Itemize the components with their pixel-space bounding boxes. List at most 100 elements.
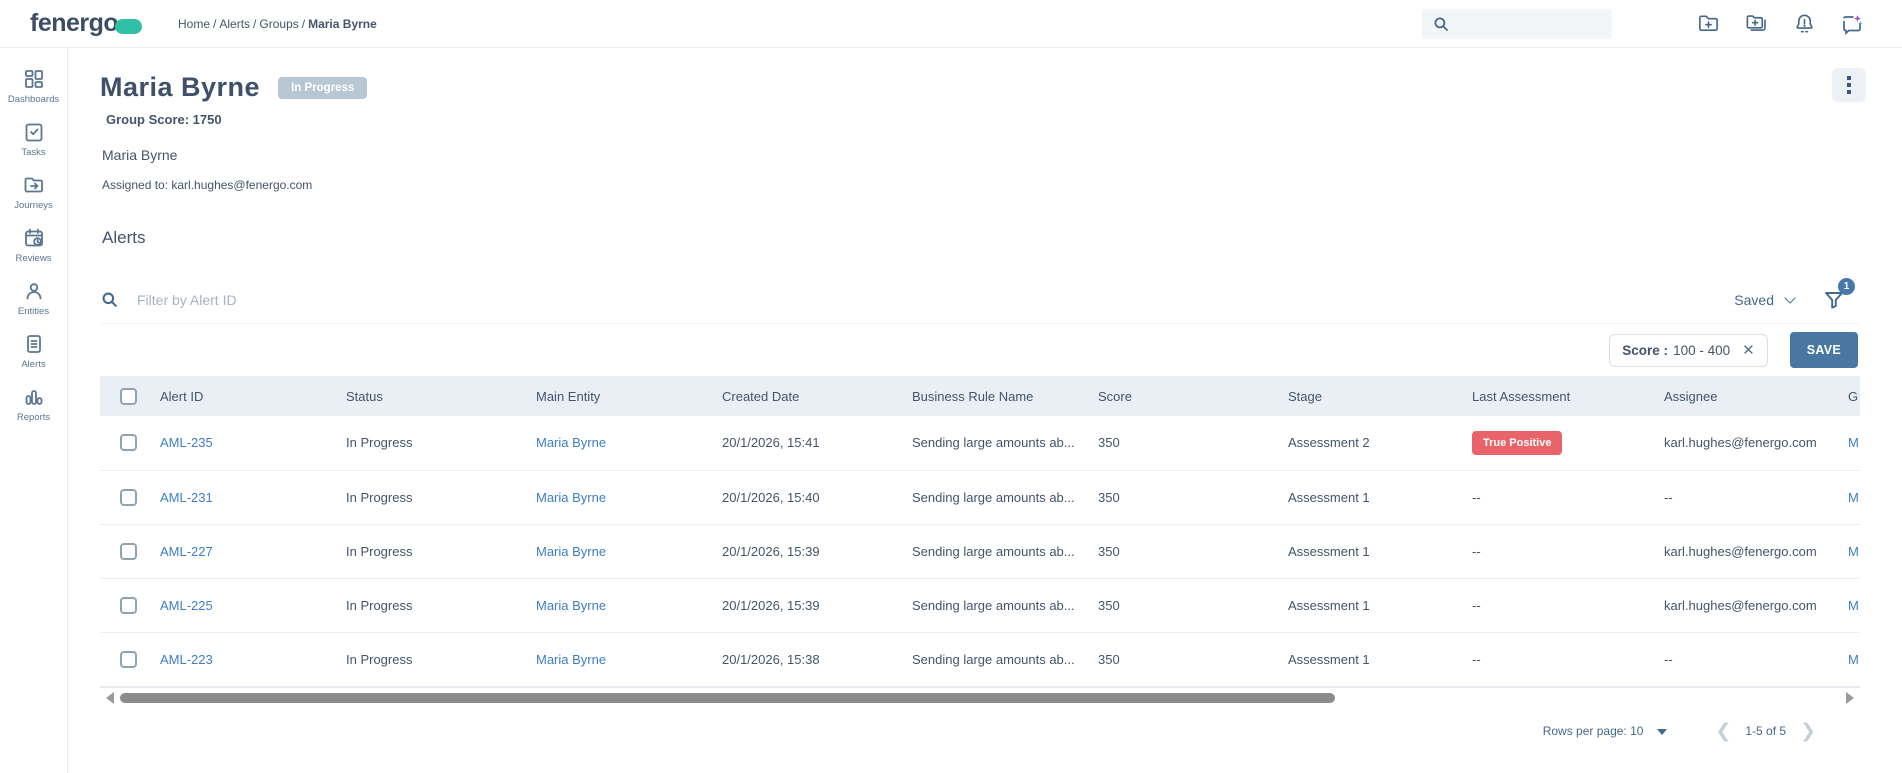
alerts-section-heading: Alerts: [102, 228, 1902, 248]
main-entity-link[interactable]: Maria Byrne: [536, 490, 606, 505]
horizontal-scrollbar[interactable]: [100, 688, 1860, 710]
breadcrumb: Home/Alerts/Groups/Maria Byrne: [178, 17, 377, 31]
sidebar-item-journeys[interactable]: Journeys: [0, 166, 67, 219]
alert-id-link[interactable]: AML-225: [160, 598, 213, 613]
saved-filters-dropdown[interactable]: Saved: [1734, 292, 1794, 308]
dashboards-icon: [22, 67, 46, 91]
main-entity-link[interactable]: Maria Byrne: [536, 652, 606, 667]
alert-id-link[interactable]: AML-227: [160, 544, 213, 559]
col-created-date[interactable]: Created Date: [710, 376, 900, 416]
filter-search-icon: [100, 290, 119, 309]
col-alert-id[interactable]: Alert ID: [148, 376, 334, 416]
breadcrumb-home[interactable]: Home: [178, 17, 210, 31]
breadcrumb-current: Maria Byrne: [308, 17, 377, 31]
kebab-dot: [1847, 83, 1851, 87]
rows-per-page-value: 10: [1630, 724, 1643, 738]
assigned-to: Assigned to: karl.hughes@fenergo.com: [102, 178, 1902, 192]
group-link[interactable]: M: [1848, 652, 1859, 667]
sidebar-item-reports[interactable]: Reports: [0, 378, 67, 431]
row-checkbox[interactable]: [120, 489, 137, 506]
logo-text: fenergo: [30, 9, 118, 38]
alert-id-link[interactable]: AML-223: [160, 652, 213, 667]
pagination: Rows per page: 10 ❮ 1-5 of 5 ❯: [100, 724, 1830, 739]
rows-per-page-dropdown-icon[interactable]: [1657, 729, 1667, 735]
alerts-icon: [22, 332, 46, 356]
col-group[interactable]: G: [1836, 376, 1860, 416]
scroll-left-arrow-icon[interactable]: [106, 692, 114, 704]
col-score[interactable]: Score: [1086, 376, 1276, 416]
row-checkbox[interactable]: [120, 651, 137, 668]
col-main-entity[interactable]: Main Entity: [524, 376, 710, 416]
fenergo-logo[interactable]: fenergo: [0, 9, 150, 38]
main-entity-link[interactable]: Maria Byrne: [536, 544, 606, 559]
reports-icon: [22, 385, 46, 409]
sidebar-item-reviews[interactable]: Reviews: [0, 219, 67, 272]
rows-per-page-label: Rows per page:: [1543, 724, 1627, 738]
kebab-dot: [1847, 76, 1851, 80]
global-search-input[interactable]: [1422, 9, 1612, 39]
col-status[interactable]: Status: [334, 376, 524, 416]
alert-id-link[interactable]: AML-235: [160, 435, 213, 450]
alerts-card: Saved 1 Score : 100 - 400 ✕ SAVE: [100, 276, 1860, 739]
sidebar-item-tasks[interactable]: Tasks: [0, 113, 67, 166]
status-badge: In Progress: [278, 77, 367, 99]
ai-chat-sparkle-icon[interactable]: [1840, 12, 1864, 36]
save-filter-button[interactable]: SAVE: [1790, 332, 1858, 368]
top-bar: fenergo Home/Alerts/Groups/Maria Byrne: [0, 0, 1902, 48]
group-link[interactable]: M: [1848, 490, 1859, 505]
col-business-rule-name[interactable]: Business Rule Name: [900, 376, 1086, 416]
scrollbar-thumb[interactable]: [120, 693, 1335, 703]
page-actions-kebab-button[interactable]: [1832, 68, 1866, 102]
alert-id-link[interactable]: AML-231: [160, 490, 213, 505]
breadcrumb-groups[interactable]: Groups: [259, 17, 298, 31]
filter-funnel-button[interactable]: 1: [1822, 288, 1846, 312]
breadcrumb-alerts[interactable]: Alerts: [219, 17, 250, 31]
sidebar-item-alerts[interactable]: Alerts: [0, 325, 67, 378]
table-row: AML-231 In Progress Maria Byrne 20/1/202…: [100, 470, 1860, 524]
score-filter-chip: Score : 100 - 400 ✕: [1609, 334, 1767, 367]
table-row: AML-235 In Progress Maria Byrne 20/1/202…: [100, 416, 1860, 470]
table-row: AML-223 In Progress Maria Byrne 20/1/202…: [100, 632, 1860, 686]
pagination-next-icon[interactable]: ❯: [1800, 724, 1816, 739]
chip-close-icon[interactable]: ✕: [1742, 343, 1755, 358]
group-link[interactable]: M: [1848, 544, 1859, 559]
table-row: AML-225 In Progress Maria Byrne 20/1/202…: [100, 578, 1860, 632]
true-positive-badge: True Positive: [1472, 431, 1562, 455]
entity-name: Maria Byrne: [102, 147, 1902, 163]
kebab-dot: [1847, 90, 1851, 94]
row-checkbox[interactable]: [120, 543, 137, 560]
table-row: AML-227 In Progress Maria Byrne 20/1/202…: [100, 524, 1860, 578]
pagination-prev-icon[interactable]: ❮: [1715, 724, 1731, 739]
main-entity-link[interactable]: Maria Byrne: [536, 598, 606, 613]
scroll-right-arrow-icon[interactable]: [1846, 692, 1854, 704]
alert-id-filter-input[interactable]: [137, 292, 737, 308]
left-nav-sidebar: Dashboards Tasks Journeys Reviews Entiti…: [0, 48, 68, 773]
col-assignee[interactable]: Assignee: [1652, 376, 1836, 416]
group-score: Group Score: 1750: [106, 112, 1902, 127]
col-last-assessment[interactable]: Last Assessment: [1460, 376, 1652, 416]
tasks-icon: [22, 120, 46, 144]
page-title: Maria Byrne: [100, 72, 260, 103]
row-checkbox[interactable]: [120, 434, 137, 451]
alerts-table: Alert ID Status Main Entity Created Date…: [100, 376, 1860, 688]
filter-count-badge: 1: [1838, 278, 1855, 295]
pagination-range: 1-5 of 5: [1745, 724, 1786, 738]
logo-teal-pill-icon: [115, 19, 142, 34]
row-checkbox[interactable]: [120, 597, 137, 614]
group-link[interactable]: M: [1848, 435, 1859, 450]
search-icon: [1432, 15, 1450, 33]
folders-add-icon[interactable]: [1744, 12, 1768, 36]
sidebar-item-entities[interactable]: Entities: [0, 272, 67, 325]
select-all-checkbox[interactable]: [120, 388, 137, 405]
reviews-icon: [22, 226, 46, 250]
main-entity-link[interactable]: Maria Byrne: [536, 435, 606, 450]
col-stage[interactable]: Stage: [1276, 376, 1460, 416]
table-header-row: Alert ID Status Main Entity Created Date…: [100, 376, 1860, 416]
notification-bell-icon[interactable]: [1792, 12, 1816, 36]
journeys-icon: [22, 173, 46, 197]
entities-icon: [22, 279, 46, 303]
chevron-down-icon: [1784, 292, 1795, 303]
folder-add-icon[interactable]: [1696, 12, 1720, 36]
group-link[interactable]: M: [1848, 598, 1859, 613]
sidebar-item-dashboards[interactable]: Dashboards: [0, 60, 67, 113]
